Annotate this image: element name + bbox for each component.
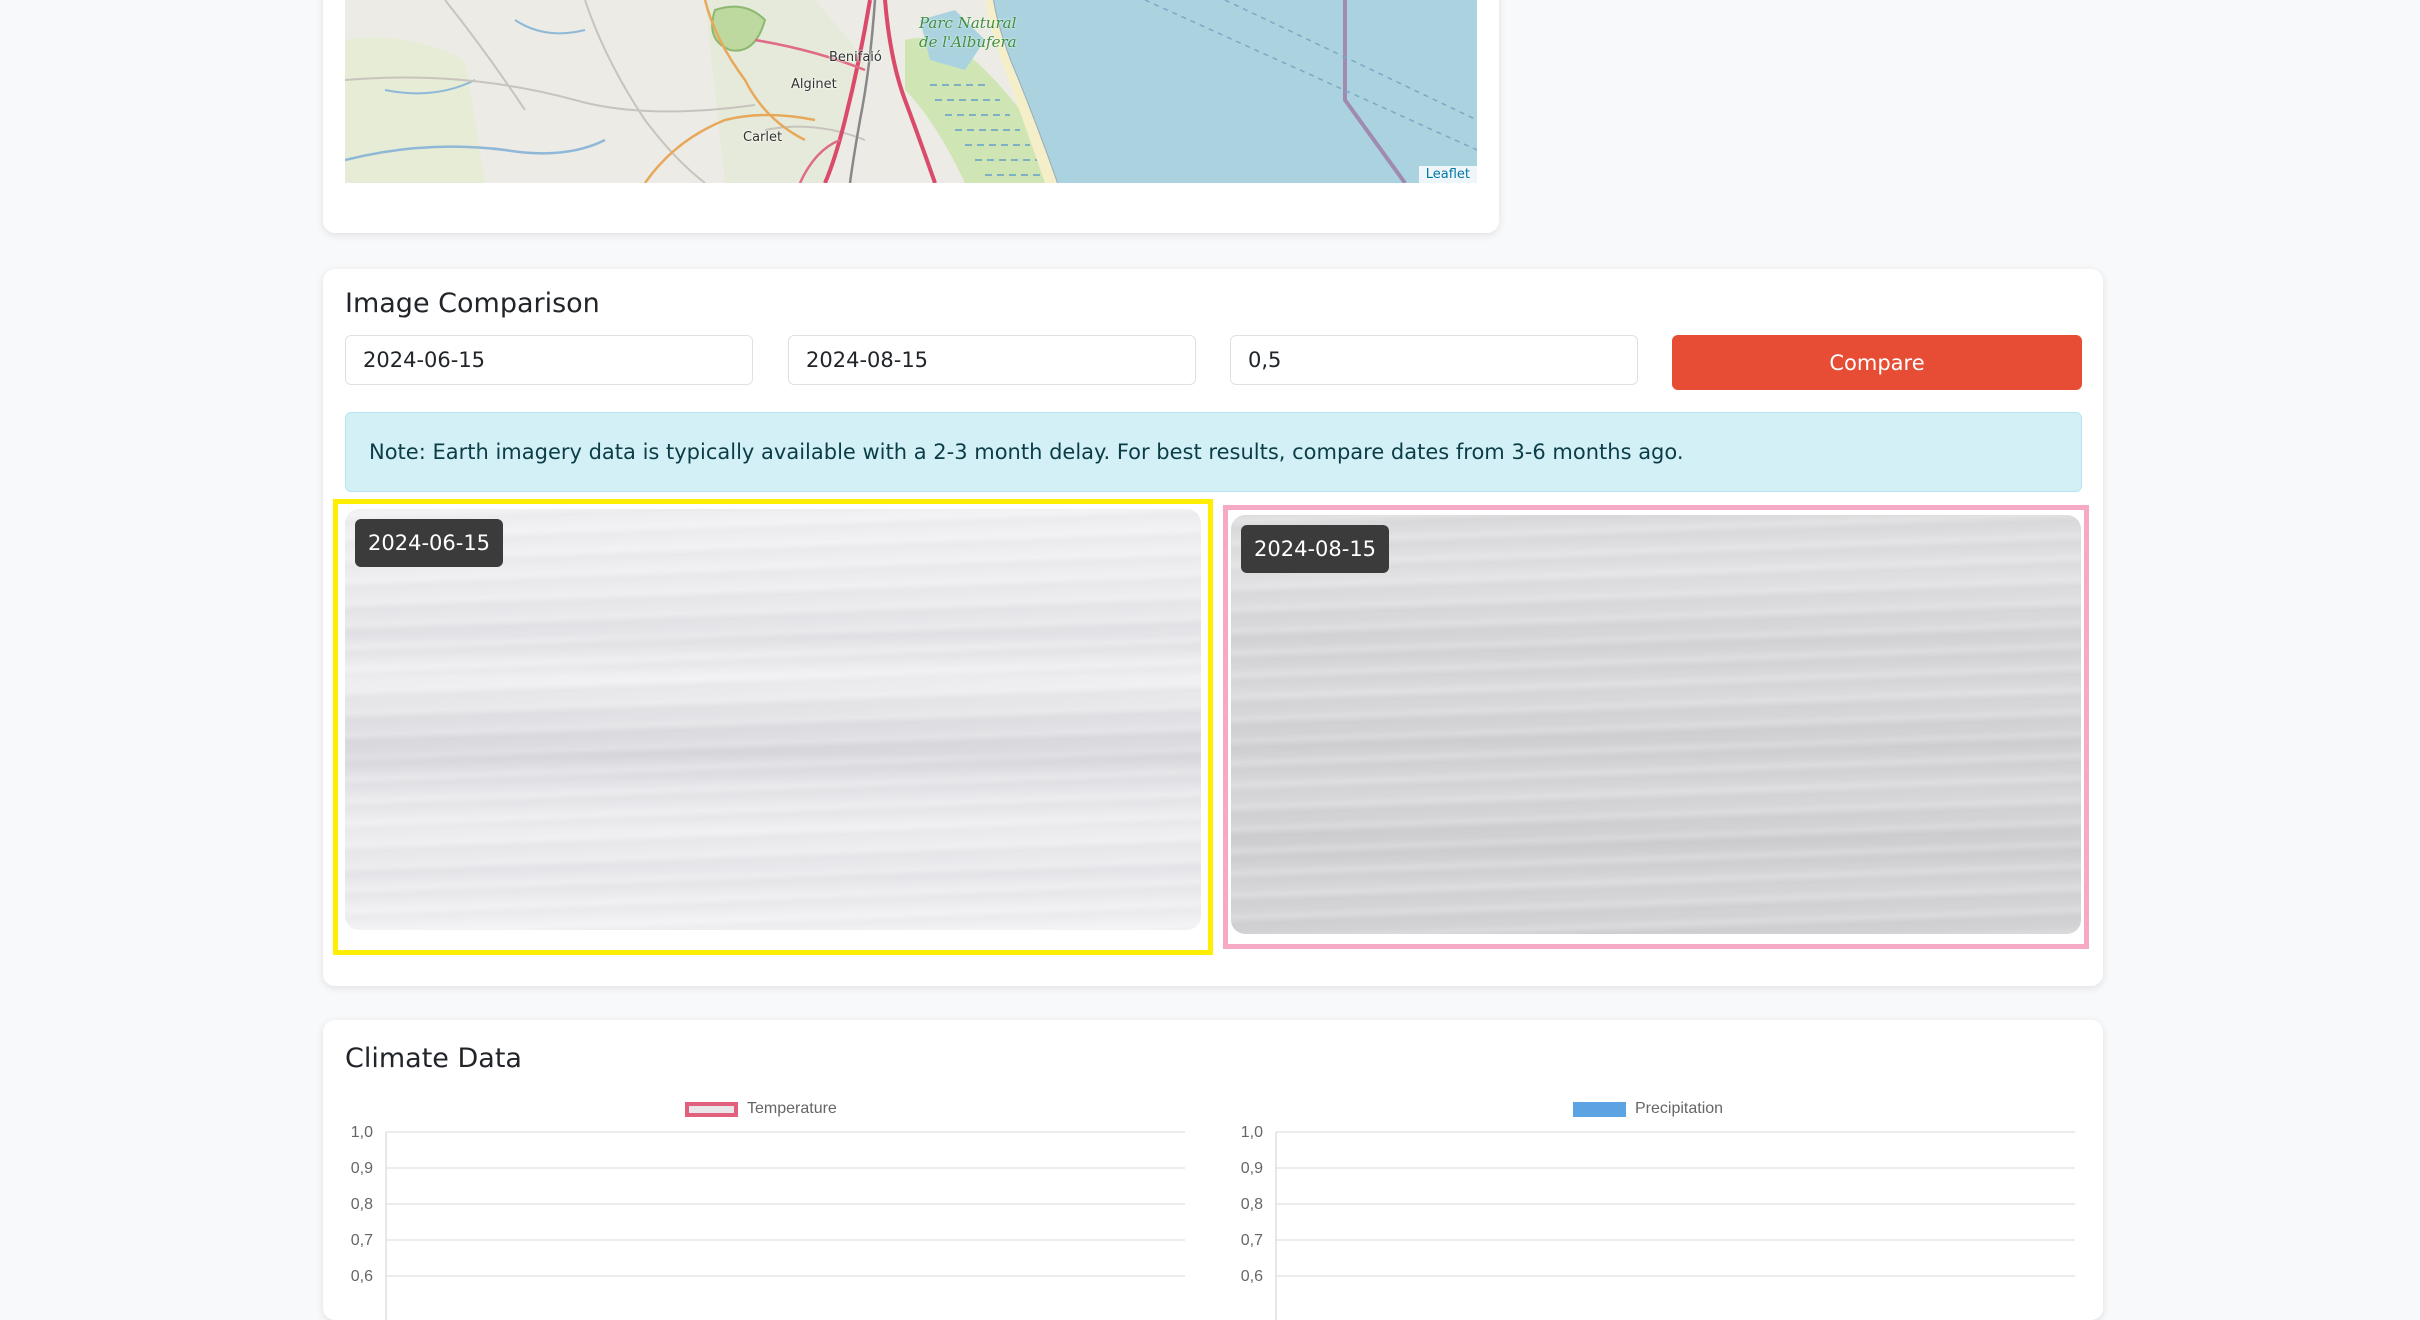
- map-view[interactable]: Benifaió Alginet Carlet Parc Natural de …: [345, 0, 1477, 183]
- image-comparison-title: Image Comparison: [345, 288, 600, 319]
- image-a-frame: 2024-06-15: [333, 499, 1213, 955]
- precipitation-chart: 1,0 0,9 0,8 0,7 0,6: [1241, 1124, 2075, 1320]
- compare-button[interactable]: Compare: [1672, 335, 2082, 390]
- imagery-delay-note: Note: Earth imagery data is typically av…: [345, 412, 2082, 492]
- map-tiles: [345, 0, 1477, 183]
- map-label-park-line1: Parc Natural: [919, 14, 1017, 32]
- cloud-threshold-input[interactable]: [1230, 335, 1638, 385]
- precipitation-y-tick-label: 0,9: [1241, 1160, 1263, 1177]
- map-card: Benifaió Alginet Carlet Parc Natural de …: [323, 0, 1499, 233]
- start-date-input[interactable]: [345, 335, 753, 385]
- map-label-benifaio: Benifaió: [829, 50, 882, 65]
- map-label-carlet: Carlet: [743, 130, 783, 145]
- end-date-input[interactable]: [788, 335, 1196, 385]
- cloud-texture: [345, 509, 1201, 930]
- precipitation-y-tick-label: 0,8: [1241, 1196, 1263, 1213]
- satellite-image-before: 2024-06-15: [345, 509, 1201, 930]
- precipitation-y-tick-label: 1,0: [1241, 1124, 1263, 1141]
- map-label-park-line2: de l'Albufera: [919, 33, 1017, 51]
- climate-data-card: Climate Data Temperature Precipitation 1…: [323, 1020, 2103, 1320]
- cloud-texture: [1231, 515, 2081, 934]
- image-b-date-badge: 2024-08-15: [1241, 525, 1390, 573]
- leaflet-attribution-link[interactable]: Leaflet: [1418, 166, 1477, 183]
- satellite-image-after: 2024-08-15: [1231, 515, 2081, 934]
- image-b-frame: 2024-08-15: [1223, 505, 2089, 949]
- image-comparison-card: Image Comparison Compare Note: Earth ima…: [323, 269, 2103, 986]
- map-label-park: Parc Natural de l'Albufera: [919, 14, 1017, 52]
- precipitation-y-tick-label: 0,7: [1241, 1232, 1263, 1249]
- image-a-date-badge: 2024-06-15: [355, 519, 504, 567]
- map-label-alginet: Alginet: [791, 77, 837, 92]
- precipitation-y-tick-label: 0,6: [1241, 1268, 1263, 1285]
